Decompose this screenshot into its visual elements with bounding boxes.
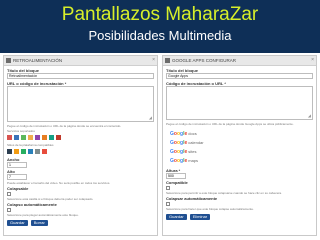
url-help: Pegue el código de incrustación o URL de…: [7, 124, 122, 128]
sites-label: Sitios de la plataforma compatibles: [7, 143, 54, 147]
service-logo-icon: [28, 149, 33, 154]
service-logo-icon: [7, 149, 12, 154]
slide-title: Pantallazos MaharaZar: [61, 4, 259, 25]
height-input[interactable]: 500: [166, 173, 186, 179]
google-logo: Google: [170, 139, 188, 146]
width-label: Ancho: [7, 157, 20, 162]
save-button[interactable]: Guardar: [166, 214, 187, 220]
block-icon: [165, 58, 170, 63]
retractable-help: Seleccione esta casilla si el bloque deb…: [7, 197, 94, 201]
right-config-panel: GOOGLE APPS CONFIGURAR × Título del bloq…: [162, 55, 317, 236]
right-panel-title: GOOGLE APPS CONFIGURAR: [172, 58, 237, 63]
google-logo: Google: [170, 157, 188, 164]
services-label: Servicios soportados: [7, 129, 35, 133]
retractable-label: Compatible: [166, 180, 188, 185]
service-logo-icon: [42, 149, 47, 154]
retractable-checkbox[interactable]: [7, 192, 11, 196]
service-logo-icon: [21, 135, 26, 140]
height-help: Puede establecer el tamaño del vídeo. No…: [7, 181, 111, 185]
save-button[interactable]: Guardar: [7, 220, 28, 226]
auto-retract-checkbox[interactable]: [166, 202, 170, 206]
height-input[interactable]: 7: [7, 174, 27, 180]
resize-grip-icon[interactable]: ◢: [308, 114, 311, 118]
google-product-name: maps: [188, 157, 199, 163]
embed-code-help: Pegue el código de incrustación o URL de…: [166, 122, 294, 126]
auto-retract-label: Colapso automáticamente: [7, 202, 57, 207]
height-label: Alto: [7, 169, 15, 174]
google-logo: Google: [170, 148, 188, 155]
service-logo-icon: [21, 149, 26, 154]
service-logo-icon: [49, 135, 54, 140]
google-service-item: Google docs: [170, 129, 313, 138]
delete-button[interactable]: Borrar: [30, 220, 48, 226]
close-icon[interactable]: ×: [311, 58, 314, 63]
right-panel-header: GOOGLE APPS CONFIGURAR ×: [163, 56, 316, 66]
auto-retract-label: Colapsar automáticamente: [166, 196, 218, 201]
service-logo-icon: [14, 149, 19, 154]
block-title-input[interactable]: Retroalimentación: [7, 73, 154, 79]
embed-code-textarea[interactable]: ◢: [166, 86, 313, 120]
slide-banner: Pantallazos MaharaZar Posibilidades Mult…: [0, 0, 320, 53]
google-services-list: Google docs Google calendar Google sites Googl…: [170, 129, 313, 165]
google-logo: Google: [170, 130, 188, 137]
slide-subtitle: Posibilidades Multimedia: [88, 28, 232, 43]
block-icon: [6, 58, 11, 63]
service-logo-icon: [35, 135, 40, 140]
google-service-item: Google maps: [170, 156, 313, 165]
service-logo-icon: [28, 135, 33, 140]
auto-retract-help: Seleccione para plegar automáticamente e…: [7, 213, 79, 217]
service-logo-icon: [35, 149, 40, 154]
service-logo-icon: [14, 135, 19, 140]
google-service-item: Google sites: [170, 147, 313, 156]
google-product-name: calendar: [188, 139, 204, 145]
retractable-checkbox[interactable]: [166, 186, 170, 190]
block-title-input[interactable]: Google Apps: [166, 73, 313, 79]
service-logo-icon: [7, 135, 12, 140]
service-logo-icon: [56, 135, 61, 140]
google-product-name: sites: [188, 148, 197, 154]
google-service-item: Google calendar: [170, 138, 313, 147]
left-panel-header: RETROALIMENTACIÓN ×: [4, 56, 157, 66]
close-icon[interactable]: ×: [152, 58, 155, 63]
delete-button[interactable]: Eliminar: [189, 214, 211, 220]
service-icons: [7, 135, 154, 140]
auto-retract-checkbox[interactable]: [7, 208, 11, 212]
retractable-label: Colapsable: [7, 186, 29, 191]
height-label: Altura *: [166, 168, 181, 173]
left-config-panel: RETROALIMENTACIÓN × Título del bloque Re…: [3, 55, 158, 236]
left-panel-title: RETROALIMENTACIÓN: [13, 58, 63, 63]
google-product-name: docs: [188, 130, 197, 136]
embed-code-textarea[interactable]: ◢: [7, 86, 154, 122]
width-input[interactable]: 1: [7, 162, 27, 168]
platform-icons: [7, 149, 154, 154]
auto-retract-help: Seleccione para hacer que este bloque co…: [166, 207, 254, 211]
resize-grip-icon[interactable]: ◢: [149, 116, 152, 120]
retractable-help: Seleccione para permitir a este bloque c…: [166, 191, 282, 195]
service-logo-icon: [42, 135, 47, 140]
